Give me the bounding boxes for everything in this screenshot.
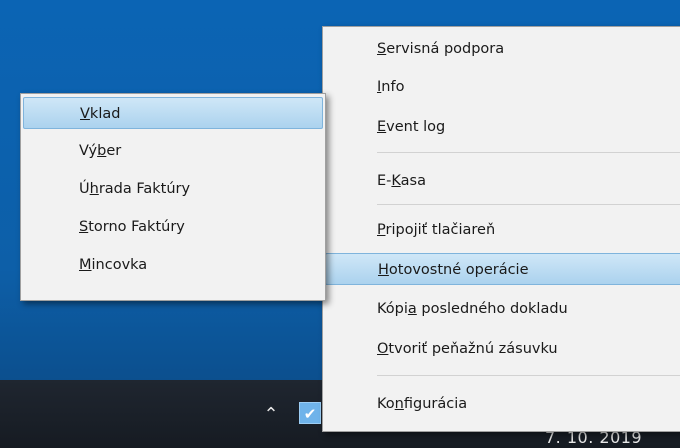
access-key: S <box>377 41 387 57</box>
menu-item-konfiguracia[interactable]: Konfigurácia <box>325 388 680 420</box>
chevron-up-icon[interactable]: ⌃ <box>260 404 282 426</box>
cash-operations-submenu: Vklad Výber Úhrada Faktúry Storno Faktúr… <box>20 93 326 301</box>
access-key: V <box>80 106 90 122</box>
menu-item-pripojit-tlaciaren[interactable]: Pripojiť tlačiareň <box>325 214 680 246</box>
access-key: E <box>377 119 387 135</box>
submenu-item-mincovka[interactable]: Mincovka <box>23 249 323 281</box>
access-key: S <box>79 219 89 235</box>
menu-item-hotovostne-operacie[interactable]: Hotovostné operácie <box>325 253 680 285</box>
menu-separator <box>377 204 680 205</box>
menu-separator <box>377 375 680 376</box>
tray-context-menu: Servisná podpora Info Event log E-Kasa P… <box>322 26 680 432</box>
access-key: M <box>79 257 92 273</box>
access-key: b <box>97 143 107 159</box>
access-key: K <box>391 173 401 189</box>
access-key: P <box>377 222 386 238</box>
access-key: O <box>377 341 389 357</box>
access-key: a <box>407 301 417 317</box>
pos-app-icon[interactable]: ✔ <box>299 402 321 424</box>
access-key: h <box>89 181 99 197</box>
access-key: n <box>394 396 404 412</box>
access-key: H <box>378 262 389 278</box>
menu-separator <box>377 152 680 153</box>
menu-item-event-log[interactable]: Event log <box>325 111 680 143</box>
submenu-item-uhrada-faktury[interactable]: Úhrada Faktúry <box>23 173 323 205</box>
menu-item-kopia-posledneho-dokladu[interactable]: Kópia posledného dokladu <box>325 293 680 325</box>
submenu-item-vyber[interactable]: Výber <box>23 135 323 167</box>
submenu-item-storno-faktury[interactable]: Storno Faktúry <box>23 211 323 243</box>
menu-item-e-kasa[interactable]: E-Kasa <box>325 165 680 197</box>
menu-item-info[interactable]: Info <box>325 71 680 103</box>
menu-item-otvorit-penaznu-zasuvku[interactable]: Otvoriť peňažnú zásuvku <box>325 333 680 365</box>
submenu-item-vklad[interactable]: Vklad <box>23 97 323 129</box>
menu-item-servisna-podpora[interactable]: Servisná podpora <box>325 33 680 65</box>
